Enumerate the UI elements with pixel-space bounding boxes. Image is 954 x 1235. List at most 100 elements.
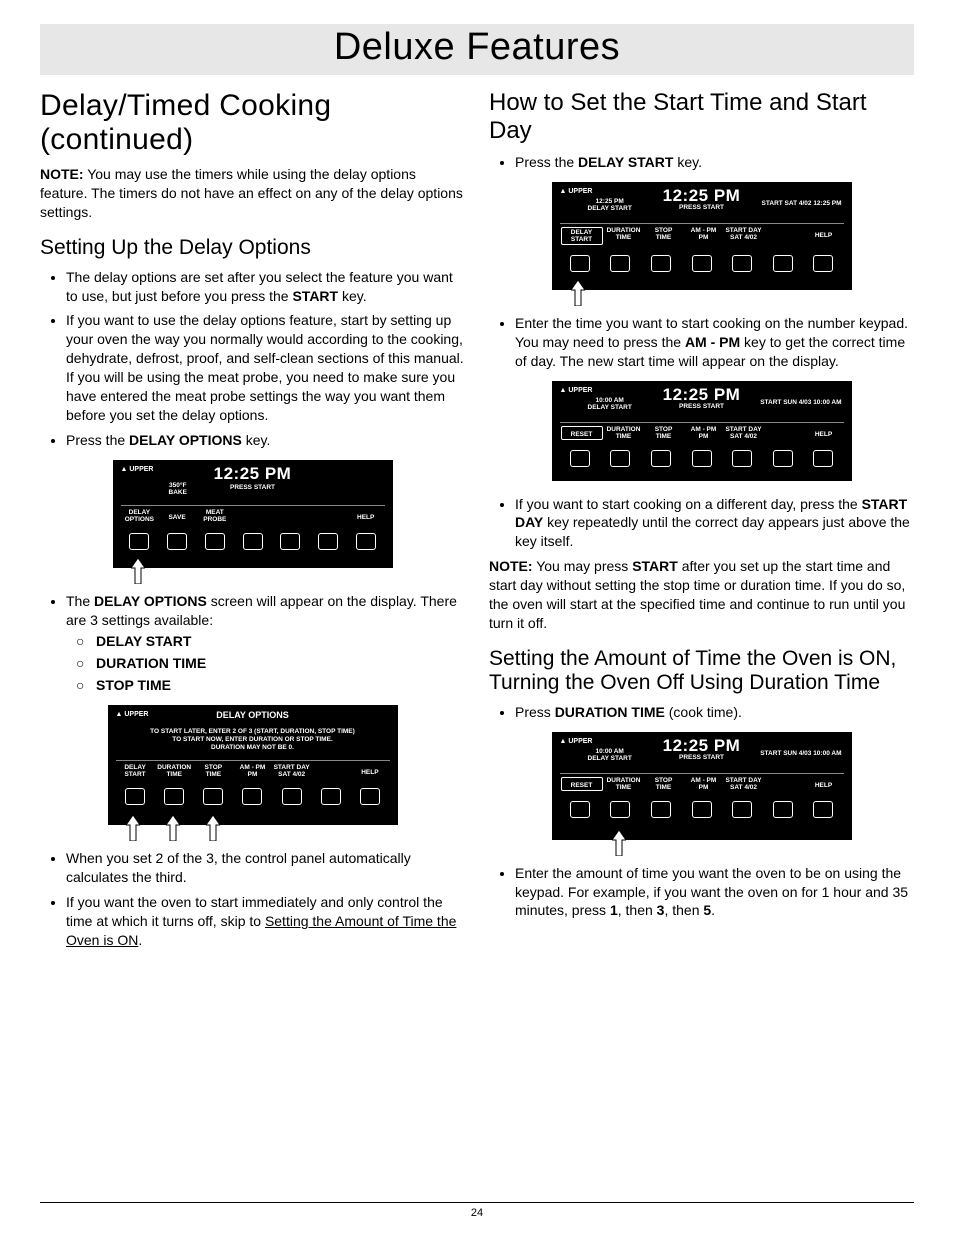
btn-label: RESET [561, 777, 603, 791]
left-column: Delay/Timed Cooking (continued) NOTE: Yo… [40, 83, 465, 956]
list-item: STOP TIME [96, 676, 465, 695]
panel-button[interactable] [318, 533, 338, 550]
clock-display: 12:25 PM [113, 464, 393, 484]
btn-label: AM - PMPM [684, 426, 724, 440]
panel-button[interactable] [243, 533, 263, 550]
note-label: NOTE: [489, 558, 533, 574]
bullet-list-1: The delay options are set after you sele… [40, 268, 465, 450]
control-panel-4: UPPER 12:25 PM START SUN 4/03 10:00 AM 1… [552, 381, 852, 481]
label-row: DELAYSTART DURATIONTIME STOPTIME AM - PM… [560, 223, 844, 245]
btn-label: AM - PMPM [233, 764, 272, 778]
panel-button[interactable] [692, 450, 712, 467]
btn-label: START DAYSAT 4/02 [724, 426, 764, 440]
btn-label: MEATPROBE [196, 509, 234, 523]
bullet-list-3: When you set 2 of the 3, the control pan… [40, 849, 465, 949]
list-item: DURATION TIME [96, 654, 465, 673]
btn-label: DURATIONTIME [155, 764, 194, 778]
panel-button[interactable] [732, 450, 752, 467]
panel-button[interactable] [570, 450, 590, 467]
press-start-label: PRESS START [552, 403, 852, 410]
btn-label: START DAYSAT 4/02 [272, 764, 311, 778]
note-text: You may use the timers while using the d… [40, 166, 463, 220]
btn-label: STOPTIME [644, 227, 684, 245]
panel-button[interactable] [360, 788, 380, 805]
panel-button[interactable] [773, 450, 793, 467]
panel-button[interactable] [651, 450, 671, 467]
panel-button[interactable] [242, 788, 262, 805]
button-row [116, 784, 390, 808]
panel-button[interactable] [570, 801, 590, 818]
panel-button[interactable] [732, 801, 752, 818]
panel-button[interactable] [692, 801, 712, 818]
note-label: NOTE: [40, 166, 84, 182]
btn-label: HELP [804, 227, 844, 245]
panel-button[interactable] [773, 255, 793, 272]
label-row: DELAYOPTIONS SAVE MEATPROBE HELP [121, 505, 385, 523]
btn-label: HELP [804, 777, 844, 791]
btn-label: STOPTIME [194, 764, 233, 778]
panel-button[interactable] [356, 533, 376, 550]
list-item: If you want to start cooking on a differ… [515, 495, 914, 552]
left-heading: Delay/Timed Cooking (continued) [40, 89, 465, 157]
list-item: Enter the time you want to start cooking… [515, 314, 914, 371]
list-item: The DELAY OPTIONS screen will appear on … [66, 592, 465, 695]
list-item: Press the DELAY START key. [515, 153, 914, 172]
button-row [560, 446, 844, 470]
panel-button[interactable] [164, 788, 184, 805]
list-item: The delay options are set after you sele… [66, 268, 465, 306]
btn-label: AM - PMPM [684, 777, 724, 791]
press-start-label: PRESS START [552, 754, 852, 761]
panel-button[interactable] [203, 788, 223, 805]
button-row [560, 797, 844, 821]
bullet-list-r1: Press the DELAY START key. [489, 153, 914, 172]
panel-button[interactable] [125, 788, 145, 805]
list-item: Press DURATION TIME (cook time). [515, 703, 914, 722]
pointer-arrow-icon [131, 558, 145, 584]
control-panel-1: UPPER 12:25 PM 350°FBAKE PRESS START DEL… [113, 460, 393, 568]
label-row: DELAYSTART DURATIONTIME STOPTIME AM - PM… [116, 760, 390, 778]
btn-label: DURATIONTIME [604, 777, 644, 791]
panel-button[interactable] [651, 801, 671, 818]
panel-button[interactable] [205, 533, 225, 550]
panel-button[interactable] [732, 255, 752, 272]
list-item: DELAY START [96, 632, 465, 651]
page-footer: 24 [40, 1202, 914, 1219]
list-item: If you want the oven to start immediatel… [66, 893, 465, 950]
panel-button[interactable] [321, 788, 341, 805]
panel-instruction: TO START LATER, ENTER 2 OF 3 (START, DUR… [116, 728, 390, 751]
panel-button[interactable] [610, 801, 630, 818]
panel-button[interactable] [773, 801, 793, 818]
page-number: 24 [471, 1207, 483, 1219]
bullet-list-r2: Enter the time you want to start cooking… [489, 314, 914, 371]
list-item: If you want to use the delay options fea… [66, 311, 465, 424]
panel-button[interactable] [651, 255, 671, 272]
btn-label: AM - PMPM [684, 227, 724, 245]
panel-button[interactable] [610, 450, 630, 467]
bullet-list-r3: If you want to start cooking on a differ… [489, 495, 914, 552]
panel-button[interactable] [167, 533, 187, 550]
panel-button[interactable] [570, 255, 590, 272]
panel-button[interactable] [692, 255, 712, 272]
panel-button[interactable] [282, 788, 302, 805]
panel-button[interactable] [813, 255, 833, 272]
panel-button[interactable] [813, 450, 833, 467]
button-row [121, 529, 385, 553]
panel-button[interactable] [280, 533, 300, 550]
panel-button[interactable] [129, 533, 149, 550]
panel-button[interactable] [610, 255, 630, 272]
pointer-arrow-icon [166, 815, 180, 841]
bullet-list-2: The DELAY OPTIONS screen will appear on … [40, 592, 465, 695]
btn-label: SAVE [158, 509, 196, 523]
label-row: RESET DURATIONTIME STOPTIME AM - PMPM ST… [560, 422, 844, 440]
subheading-duration: Setting the Amount of Time the Oven is O… [489, 647, 914, 695]
label-row: RESET DURATIONTIME STOPTIME AM - PMPM ST… [560, 773, 844, 791]
page: Deluxe Features Delay/Timed Cooking (con… [0, 0, 954, 1235]
btn-label: START DAYSAT 4/02 [724, 227, 764, 245]
btn-label: RESET [561, 426, 603, 440]
subheading-start-time: How to Set the Start Time and Start Day [489, 89, 914, 145]
btn-label: DELAYSTART [116, 764, 155, 778]
list-item: Press the DELAY OPTIONS key. [66, 431, 465, 450]
panel-button[interactable] [813, 801, 833, 818]
btn-label: DURATIONTIME [604, 426, 644, 440]
list-item: Enter the amount of time you want the ov… [515, 864, 914, 921]
